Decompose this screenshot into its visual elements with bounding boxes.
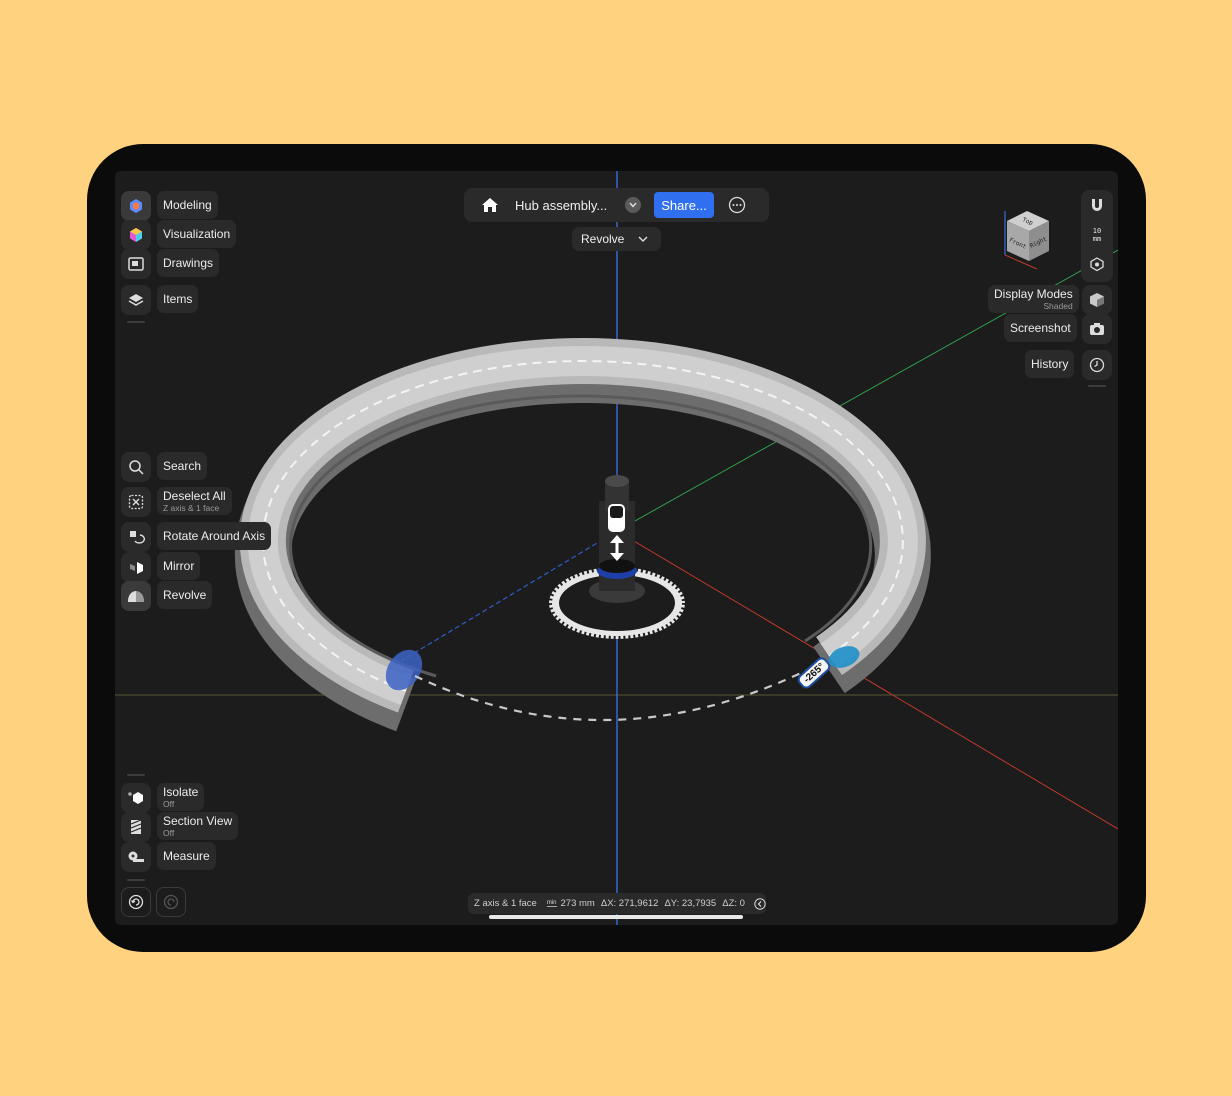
visualization-icon[interactable] bbox=[121, 220, 151, 250]
distance-value: 273 mm bbox=[560, 898, 595, 909]
items-button[interactable]: Items bbox=[157, 285, 199, 313]
share-button[interactable]: Share... bbox=[654, 192, 714, 218]
snap-value[interactable]: 10 bbox=[1081, 227, 1113, 235]
screenshot-button[interactable]: Screenshot bbox=[1004, 314, 1077, 342]
undo-icon[interactable] bbox=[121, 887, 151, 917]
workspace-modeling[interactable]: Modeling bbox=[157, 191, 218, 219]
measure-tape-icon[interactable] bbox=[121, 842, 151, 872]
mirror-icon[interactable] bbox=[121, 552, 151, 582]
drawings-icon[interactable] bbox=[121, 249, 151, 279]
document-title[interactable]: Hub assembly... bbox=[515, 198, 619, 213]
home-indicator[interactable] bbox=[489, 915, 743, 919]
isolate-icon[interactable] bbox=[121, 783, 151, 813]
camera-icon[interactable] bbox=[1082, 314, 1112, 344]
snap-toolbar: 10 mm bbox=[1081, 190, 1113, 282]
revolved-ring[interactable] bbox=[234, 337, 931, 732]
toolbar-divider bbox=[1088, 385, 1106, 387]
deselect-all-button[interactable]: Deselect All Z axis & 1 face bbox=[157, 487, 232, 515]
document-toolbar: Hub assembly... Share... bbox=[464, 188, 769, 222]
measure-button[interactable]: Measure bbox=[157, 842, 216, 870]
toolbar-divider bbox=[127, 774, 145, 776]
history-button[interactable]: History bbox=[1025, 350, 1075, 378]
home-icon[interactable] bbox=[476, 191, 504, 219]
revolve-icon[interactable] bbox=[121, 581, 151, 611]
sweep-preview-arc bbox=[414, 660, 826, 722]
chevron-down-icon[interactable] bbox=[625, 197, 641, 213]
delta-x-value: ΔX: 271,9612 bbox=[600, 898, 659, 909]
display-modes-button[interactable]: Display Modes Shaded bbox=[988, 285, 1079, 313]
delta-z-value: ΔZ: 0 bbox=[722, 898, 745, 909]
tool-mode-select[interactable]: Revolve bbox=[572, 227, 661, 251]
toolbar-divider bbox=[127, 879, 145, 881]
toolbar-divider bbox=[127, 321, 145, 323]
history-clock-icon[interactable] bbox=[1082, 350, 1112, 380]
redo-icon[interactable] bbox=[156, 887, 186, 917]
shaded-sphere-icon[interactable] bbox=[1082, 285, 1112, 315]
search-icon[interactable] bbox=[121, 452, 151, 482]
collapse-icon[interactable] bbox=[754, 897, 766, 910]
workspace-visualization[interactable]: Visualization bbox=[157, 220, 237, 248]
layers-icon[interactable] bbox=[121, 285, 151, 315]
x-axis-line bbox=[616, 530, 1118, 830]
search-button[interactable]: Search bbox=[157, 452, 208, 480]
tool-mode-label: Revolve bbox=[581, 232, 625, 246]
rotate-around-axis-button[interactable]: Rotate Around Axis bbox=[157, 522, 272, 550]
section-view-icon[interactable] bbox=[121, 812, 151, 842]
modeling-cube-icon[interactable] bbox=[121, 191, 151, 221]
snap-target-icon[interactable] bbox=[1089, 256, 1105, 272]
snap-unit: mm bbox=[1092, 235, 1102, 243]
mirror-button[interactable]: Mirror bbox=[157, 552, 201, 580]
view-cube[interactable]: Top Front Right bbox=[999, 207, 1059, 275]
more-options-icon[interactable] bbox=[727, 195, 747, 215]
rotate-axis-icon[interactable] bbox=[121, 522, 151, 552]
revolve-button[interactable]: Revolve bbox=[157, 581, 213, 609]
isolate-button[interactable]: Isolate Off bbox=[157, 783, 205, 811]
deselect-icon[interactable] bbox=[121, 487, 151, 517]
selection-summary: Z axis & 1 face bbox=[474, 898, 537, 909]
app-screen: -265° Modeling Visualization Drawings It… bbox=[115, 171, 1118, 925]
measurement-status-bar: Z axis & 1 face min 273 mm ΔX: 271,9612 … bbox=[468, 893, 766, 914]
magnet-icon[interactable] bbox=[1089, 197, 1105, 213]
delta-y-value: ΔY: 23,7935 bbox=[664, 898, 717, 909]
unit-chip[interactable]: min bbox=[546, 900, 557, 907]
section-view-button[interactable]: Section View Off bbox=[157, 812, 239, 840]
workspace-drawings[interactable]: Drawings bbox=[157, 249, 220, 277]
chevron-down-icon bbox=[638, 236, 648, 242]
